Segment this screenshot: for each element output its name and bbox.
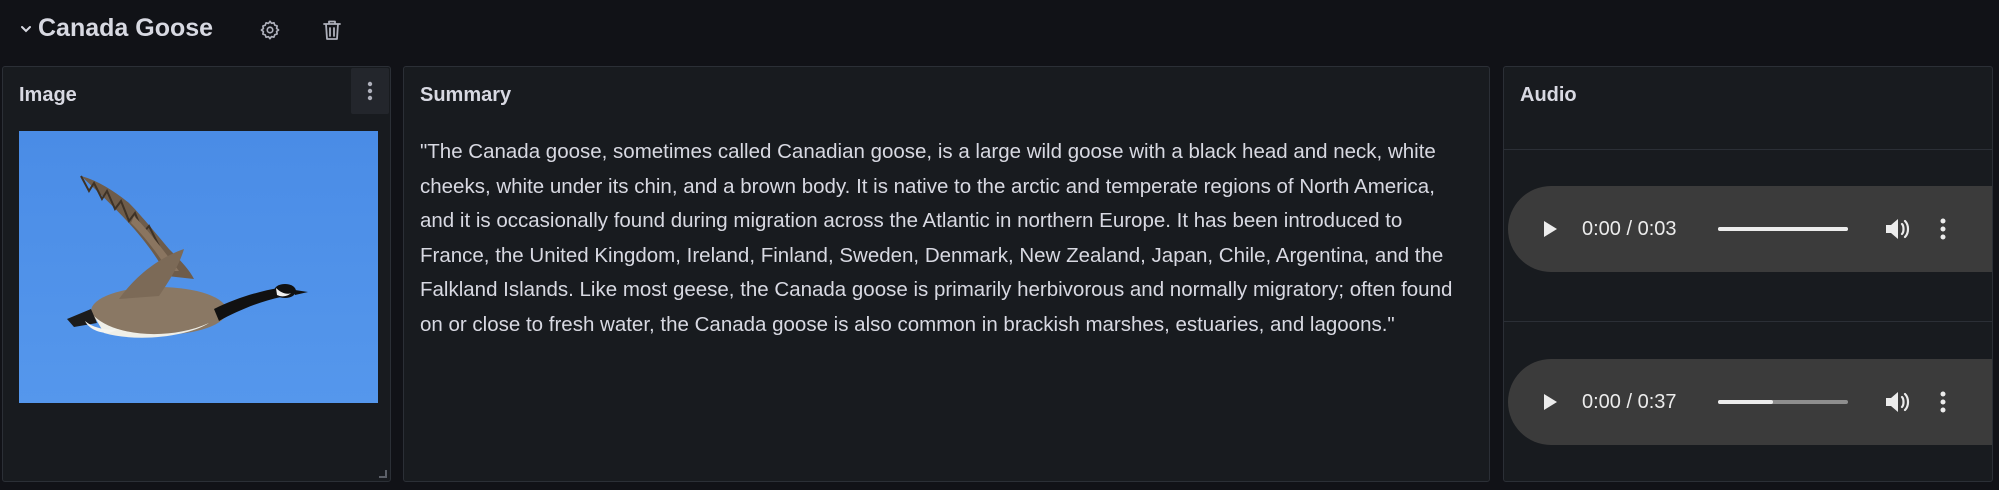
- seek-fill: [1718, 400, 1773, 404]
- panel-title: Image: [19, 84, 77, 106]
- chevron-down-icon[interactable]: [16, 19, 36, 39]
- summary-text: "The Canada goose, sometimes called Cana…: [420, 140, 1453, 336]
- volume-icon[interactable]: [1884, 390, 1912, 414]
- seek-slider[interactable]: [1718, 227, 1848, 231]
- time-display: 0:00 / 0:03: [1582, 218, 1677, 240]
- audio-panel: Audio 0:00 / 0:03 0:00 / 0:37: [1503, 66, 1993, 482]
- image-panel: Image: [2, 66, 391, 482]
- divider: [1504, 321, 1992, 322]
- panel-menu-button[interactable]: [351, 68, 389, 114]
- play-icon[interactable]: [1540, 219, 1560, 239]
- audio-player[interactable]: 0:00 / 0:37: [1508, 359, 1992, 445]
- seek-fill: [1718, 227, 1848, 231]
- gear-icon[interactable]: [256, 16, 284, 44]
- audio-player[interactable]: 0:00 / 0:03: [1508, 186, 1992, 272]
- row-title[interactable]: Canada Goose: [38, 12, 213, 44]
- more-vertical-icon[interactable]: [1940, 390, 1954, 414]
- play-icon[interactable]: [1540, 392, 1560, 412]
- resize-handle[interactable]: [379, 470, 387, 478]
- more-vertical-icon[interactable]: [1940, 217, 1954, 241]
- divider: [1504, 149, 1992, 150]
- volume-icon[interactable]: [1884, 217, 1912, 241]
- panel-title: Audio: [1520, 84, 1577, 106]
- time-display: 0:00 / 0:37: [1582, 391, 1677, 413]
- panel-title: Summary: [420, 84, 512, 106]
- seek-slider[interactable]: [1718, 400, 1848, 404]
- more-vertical-icon: [367, 81, 373, 101]
- summary-panel: Summary "The Canada goose, sometimes cal…: [403, 66, 1490, 482]
- trash-icon[interactable]: [318, 16, 346, 44]
- goose-image: [19, 131, 378, 403]
- row-header: Canada Goose: [0, 0, 1999, 58]
